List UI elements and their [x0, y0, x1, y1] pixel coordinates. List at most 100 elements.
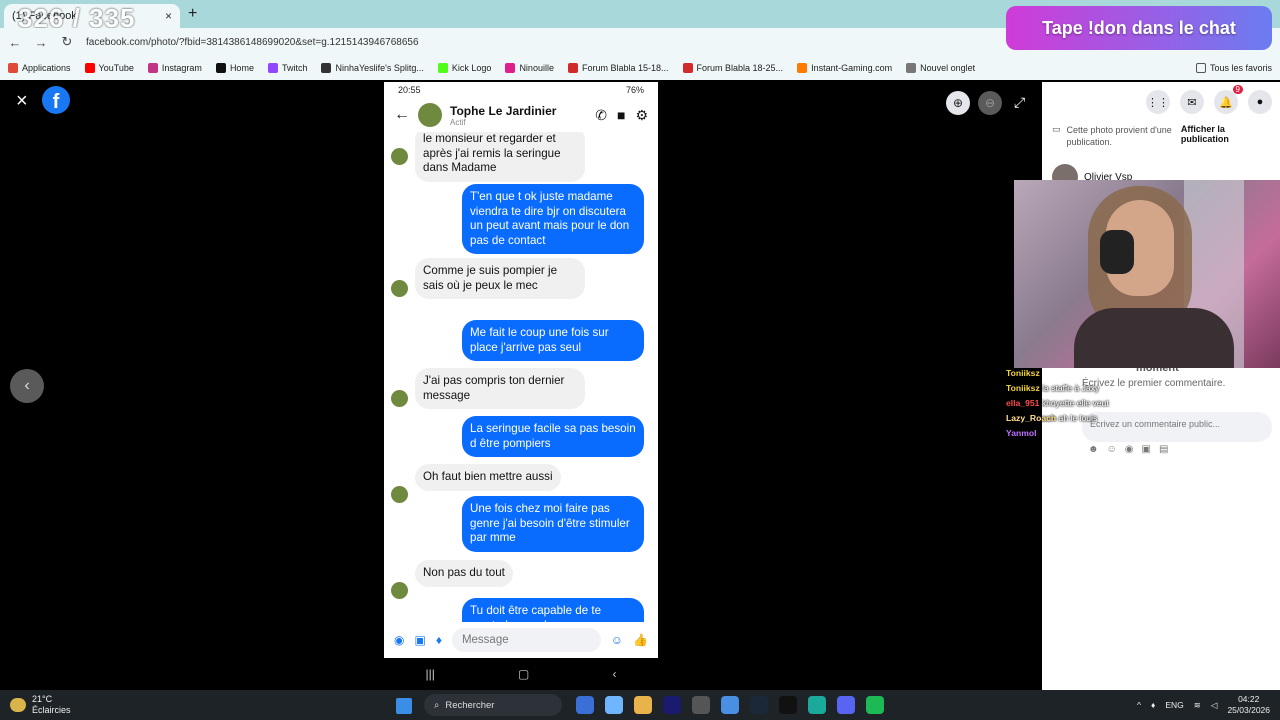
bookmark-item[interactable]: Instagram	[147, 63, 202, 73]
message-input: Message	[451, 628, 601, 652]
camera-icon: ◉	[394, 633, 405, 647]
bookmark-item[interactable]: YouTube	[84, 63, 134, 73]
notifications-bell-icon[interactable]: 🔔 9	[1214, 85, 1243, 114]
taskbar-app-icon[interactable]	[721, 696, 739, 714]
home-icon: ▢	[518, 667, 530, 681]
url-field[interactable]: facebook.com/photo/?fbid=381438614869902…	[86, 37, 419, 48]
bookmark-icon	[906, 63, 917, 73]
received-message: J'ai pas compris ton dernier message	[415, 368, 585, 410]
stream-chat-message: Lazy_Roach ah le louis	[1006, 411, 1176, 426]
weather-widget[interactable]: 21°C Éclaircies	[10, 694, 71, 716]
bookmark-icon	[567, 63, 578, 73]
chat-username: Toniiksz	[1006, 368, 1040, 378]
temperature: 21°C	[32, 694, 53, 704]
taskbar-app-icon[interactable]	[576, 696, 594, 714]
sticker-icon[interactable]: ▤	[1159, 444, 1168, 455]
received-message: le monsieur et regarder et après j'ai re…	[415, 132, 585, 182]
bookmark-icon	[797, 63, 808, 73]
video-call-icon: ■	[616, 106, 626, 123]
sent-message: La seringue facile sa pas besoin d être …	[462, 416, 644, 458]
windows-start-icon[interactable]	[396, 698, 412, 714]
sent-message: Tu doit être capable de te masturber seu…	[462, 598, 644, 622]
chat-text: khoyette elle veut	[1041, 398, 1109, 408]
sender-avatar	[391, 148, 408, 165]
wifi-icon[interactable]: ≋	[1194, 700, 1201, 711]
chevron-up-icon[interactable]: ^	[1137, 700, 1141, 710]
clock[interactable]: 04:22 25/03/2026	[1227, 694, 1270, 716]
bookmark-icon	[505, 63, 516, 73]
emoji-icon[interactable]: ☺	[1107, 444, 1117, 455]
forward-icon[interactable]: →	[34, 35, 48, 50]
taskbar-app-icon[interactable]	[750, 696, 768, 714]
taskbar-app-icon[interactable]	[634, 696, 652, 714]
fullscreen-icon[interactable]: ⤢	[1014, 94, 1025, 111]
all-bookmarks[interactable]: Tous les favoris	[1195, 63, 1272, 73]
system-tray: ^ ♦ ENG ≋ ◁ 04:22 25/03/2026	[1137, 694, 1270, 716]
taskbar-app-icon[interactable]	[692, 696, 710, 714]
bookmark-item[interactable]: Nouvel onglet	[906, 63, 975, 73]
stream-chat-overlay: Toniiksz Toniiksz la staffe à Jaxy ella_9…	[1006, 366, 1176, 441]
stream-chat-message: Yanmol	[1006, 426, 1176, 441]
taskbar-app-icon[interactable]	[808, 696, 826, 714]
sender-avatar	[391, 582, 408, 599]
close-icon[interactable]: ×	[16, 90, 28, 113]
profile-avatar[interactable]: ●	[1248, 90, 1272, 114]
taskbar-app-icon[interactable]	[837, 696, 855, 714]
bookmark-item[interactable]: Kick Logo	[437, 63, 491, 73]
back-arrow-icon: ←	[394, 106, 410, 123]
info-icon: ▭	[1052, 124, 1061, 134]
sender-avatar	[391, 280, 408, 297]
zoom-out-icon[interactable]: ⊖	[978, 91, 1002, 115]
zoom-in-icon[interactable]: ⊕	[946, 91, 970, 115]
facebook-logo[interactable]: f	[42, 86, 70, 114]
bookmark-item[interactable]: Forum Blabla 18-25...	[682, 63, 783, 73]
weather-icon	[10, 698, 26, 712]
taskbar-app-icon[interactable]	[866, 696, 884, 714]
new-tab-icon[interactable]: +	[188, 5, 197, 23]
bookmark-icon	[84, 63, 95, 73]
contact-name: Tophe Le Jardinier	[450, 103, 557, 118]
back-icon[interactable]: ←	[8, 35, 22, 50]
bookmark-item[interactable]: Home	[215, 63, 254, 73]
message-composer: ◉ ▣ ♦ Message ☺ 👍	[384, 622, 658, 658]
stream-chat-message: ella_951 khoyette elle veut	[1006, 396, 1176, 411]
received-message: Non pas du tout	[415, 560, 513, 587]
avatar-sticker-icon[interactable]: ☻	[1088, 444, 1099, 455]
previous-photo-button[interactable]: ‹	[10, 369, 44, 403]
chat-username: Yanmol	[1006, 428, 1037, 438]
chat-messages: le monsieur et regarder et après j'ai re…	[384, 132, 658, 622]
tab-close-icon[interactable]: ×	[165, 9, 172, 23]
view-post-link[interactable]: Afficher la publication	[1181, 124, 1274, 148]
taskbar-app-icon[interactable]	[779, 696, 797, 714]
phone-status-bar: 20:55 76%	[384, 82, 658, 98]
android-nav-bar: ||| ▢ ‹	[384, 660, 658, 688]
taskbar-search[interactable]: ⌕ Rechercher	[424, 694, 562, 716]
donation-banner: Tape !don dans le chat	[1006, 6, 1272, 50]
bookmark-icon	[147, 63, 158, 73]
gif-icon[interactable]: ▣	[1141, 444, 1150, 455]
messenger-icon[interactable]: ✉	[1180, 90, 1204, 114]
stream-chat-message: Toniiksz la staffe à Jaxy	[1006, 381, 1176, 396]
microphone-icon[interactable]: ♦	[1151, 700, 1155, 710]
back-icon: ‹	[612, 667, 617, 681]
bookmark-item[interactable]: NinhaYeslife's Splitg...	[321, 63, 424, 73]
bookmark-item[interactable]: Instant-Gaming.com	[797, 63, 892, 73]
bookmark-item[interactable]: Applications	[8, 63, 71, 73]
microphone-icon: ♦	[435, 633, 442, 647]
menu-grid-icon[interactable]: ⋮⋮	[1146, 90, 1170, 114]
bookmark-item[interactable]: Twitch	[267, 63, 307, 73]
language-indicator[interactable]: ENG	[1165, 700, 1183, 710]
recents-icon: |||	[425, 667, 435, 681]
volume-icon[interactable]: ◁	[1211, 700, 1218, 711]
reload-icon[interactable]: ↻	[60, 34, 74, 50]
contact-status: Actif	[450, 117, 466, 127]
bookmark-item[interactable]: Ninouille	[505, 63, 554, 73]
camera-icon[interactable]: ◉	[1125, 444, 1134, 455]
bookmark-item[interactable]: Forum Blabla 15-18...	[567, 63, 669, 73]
webcam-overlay	[1014, 180, 1280, 368]
taskbar-app-icon[interactable]	[663, 696, 681, 714]
headset-icon	[1100, 230, 1134, 274]
chat-username: Toniiksz	[1006, 383, 1040, 393]
contact-avatar	[418, 103, 442, 127]
taskbar-app-icon[interactable]	[605, 696, 623, 714]
